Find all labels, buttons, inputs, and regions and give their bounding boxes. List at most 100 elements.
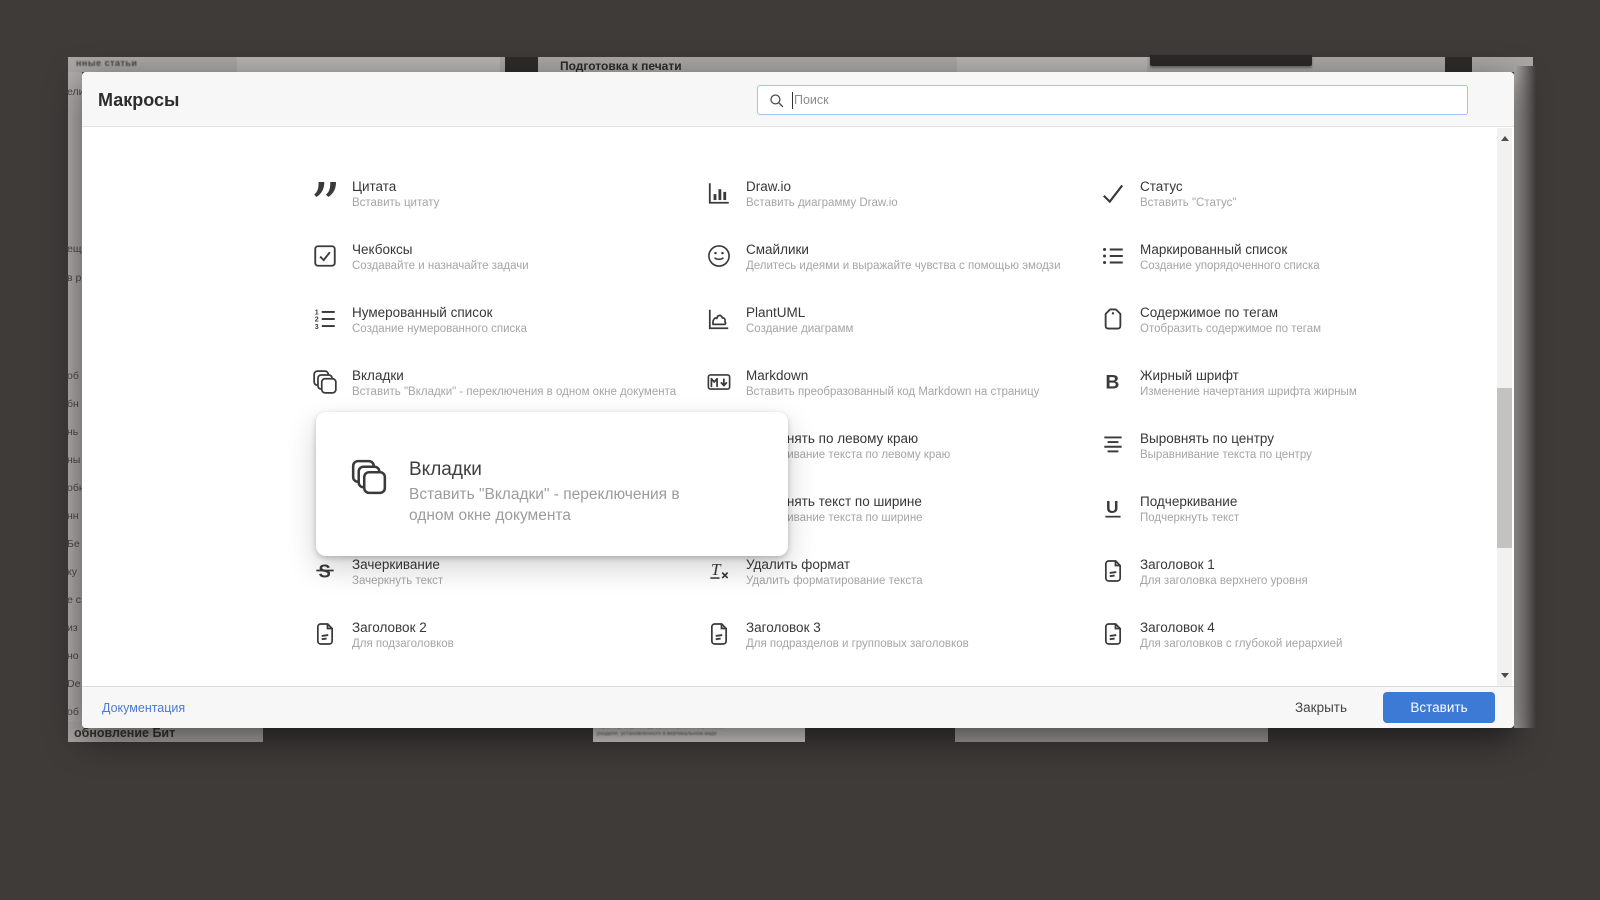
search-input[interactable] xyxy=(785,93,1467,107)
macro-item-description: Вставить "Вкладки" - переключения в одно… xyxy=(352,386,677,398)
background-micro-text: разделе, установленного в вертикальном в… xyxy=(597,731,717,737)
macro-item[interactable]: Смайлики Делитесь идеями и выражайте чувс… xyxy=(706,241,1098,301)
align-center-icon xyxy=(1100,432,1126,458)
check-icon xyxy=(1100,180,1126,206)
macro-item[interactable]: B Жирный шрифт Изменение начертания шрифта… xyxy=(1100,367,1492,427)
background-text-fragment: из xyxy=(67,622,78,634)
macro-item[interactable]: Чекбоксы Создавайте и назначайте задачи xyxy=(312,241,704,301)
macro-item-description: Выравнивание текста по центру xyxy=(1140,449,1312,461)
macro-item-description: Изменение начертания шрифта жирным xyxy=(1140,386,1357,398)
macro-item[interactable]: Заголовок 4 Для заголовков с глубокой иер… xyxy=(1100,619,1492,679)
macro-item-title: Подчеркивание xyxy=(1140,494,1238,509)
macro-item-text: Markdown Вставить преобразованный код Mar… xyxy=(746,367,1096,400)
macro-item-description: Вставить цитату xyxy=(352,197,440,209)
markdown-icon xyxy=(706,369,732,395)
macro-item-title: Нумерованный список xyxy=(352,305,493,320)
macro-item[interactable]: PlantUML Создание диаграмм xyxy=(706,304,1098,364)
svg-text:2: 2 xyxy=(315,317,319,324)
macro-item-text: Зачеркивание Зачеркнуть текст xyxy=(352,556,702,589)
macro-item-description: Для заголовка верхнего уровня xyxy=(1140,575,1308,587)
background-text-fragment: об xyxy=(67,706,79,718)
macro-item-description: Для заголовков с глубокой иерархией xyxy=(1140,638,1343,650)
macro-item-title: Цитата xyxy=(352,179,397,194)
macro-item[interactable]: S Зачеркивание Зачеркнуть текст xyxy=(312,556,704,616)
macro-item[interactable]: Заголовок 1 Для заголовка верхнего уровня xyxy=(1100,556,1492,616)
search-box[interactable] xyxy=(757,85,1468,115)
documentation-link[interactable]: Документация xyxy=(102,701,185,715)
background-text-fragment: нные статьи xyxy=(76,58,138,68)
svg-text:1: 1 xyxy=(315,310,319,317)
macro-item-description: Выравнивание текста по левому краю xyxy=(746,449,951,461)
clear-format-icon: T xyxy=(706,558,732,584)
background-text-fragment: в р xyxy=(67,272,82,284)
macro-item-description: Зачеркнуть текст xyxy=(352,575,444,587)
macro-item-title: PlantUML xyxy=(746,305,806,320)
heading-icon xyxy=(1100,621,1126,647)
scrollbar-up-arrow-icon[interactable] xyxy=(1501,136,1509,141)
macro-item[interactable]: Заголовок 2 Для подзаголовков xyxy=(312,619,704,679)
macro-item[interactable]: Заголовок 3 Для подразделов и групповых з… xyxy=(706,619,1098,679)
macro-item-description: Отобразить содержимое по тегам xyxy=(1140,323,1322,335)
macro-item-title: Выровнять текст по ширине xyxy=(746,494,922,509)
scrollbar-down-arrow-icon[interactable] xyxy=(1501,673,1509,678)
macro-item-description: Создавайте и назначайте задачи xyxy=(352,260,529,272)
background-text-fragment: об xyxy=(67,370,79,382)
macro-hover-popup[interactable]: Вкладки Вставить "Вкладки" - переключени… xyxy=(316,412,788,556)
macro-item[interactable]: T Удалить формат Удалить форматирование те… xyxy=(706,556,1098,616)
underlay-dark-bar xyxy=(1150,55,1312,66)
macro-item-title: Markdown xyxy=(746,368,809,383)
macro-item[interactable]: Статус Вставить "Статус" xyxy=(1100,178,1492,238)
macro-item[interactable]: ” Цитата Вставить цитату xyxy=(312,178,704,238)
macro-item-text: Маркированный список Создание упорядоченн… xyxy=(1140,241,1490,274)
underlay-dark-block xyxy=(1445,57,1472,72)
scrollbar-track[interactable] xyxy=(1497,128,1512,686)
macro-item-title: Жирный шрифт xyxy=(1140,368,1239,383)
macro-item-text: Нумерованный список Создание нумерованног… xyxy=(352,304,702,337)
numbered-list-icon: 123 xyxy=(312,306,338,332)
macro-item-text: Статус Вставить "Статус" xyxy=(1140,178,1490,211)
macro-item[interactable]: U Подчеркивание Подчеркнуть текст xyxy=(1100,493,1492,553)
macro-item-title: Вкладки xyxy=(352,368,404,383)
macro-item-description: Выравнивание текста по ширине xyxy=(746,512,923,524)
macro-item-title: Выровнять по левому краю xyxy=(746,431,919,446)
macro-item[interactable]: Выровнять по центру Выравнивание текста п… xyxy=(1100,430,1492,490)
macro-item-title: Заголовок 2 xyxy=(352,620,427,635)
insert-button[interactable]: Вставить xyxy=(1383,692,1495,723)
macro-item-title: Заголовок 3 xyxy=(746,620,821,635)
svg-text:”: ” xyxy=(312,180,338,206)
macro-item-text: Подчеркивание Подчеркнуть текст xyxy=(1140,493,1490,526)
smiley-icon xyxy=(706,243,732,269)
macro-item[interactable]: Маркированный список Создание упорядоченн… xyxy=(1100,241,1492,301)
svg-text:U: U xyxy=(1106,497,1119,517)
macro-item-text: Выровнять по левому краю Выравнивание тек… xyxy=(746,430,1096,463)
close-button[interactable]: Закрыть xyxy=(1289,699,1353,716)
underline-icon: U xyxy=(1100,495,1126,521)
macro-item-text: Заголовок 3 Для подразделов и групповых з… xyxy=(746,619,1096,652)
bold-icon: B xyxy=(1100,369,1126,395)
macro-item-description: Делитесь идеями и выражайте чувства с по… xyxy=(746,260,1061,272)
macro-item-text: Чекбоксы Создавайте и назначайте задачи xyxy=(352,241,702,274)
heading-icon xyxy=(312,621,338,647)
macro-item-description: Удалить форматирование текста xyxy=(746,575,923,587)
search-icon xyxy=(770,93,784,107)
macro-item-description: Создание упорядоченного списка xyxy=(1140,260,1320,272)
background-text-fragment: бн xyxy=(67,398,79,410)
macro-item-title: Заголовок 4 xyxy=(1140,620,1215,635)
background-text-fragment: ку xyxy=(67,566,77,578)
macro-item[interactable]: Содержимое по тегам Отобразить содержимое… xyxy=(1100,304,1492,364)
macro-item-description: Вставить диаграмму Draw.io xyxy=(746,197,898,209)
macro-item-text: Выровнять по центру Выравнивание текста п… xyxy=(1140,430,1490,463)
background-text-fragment: ещ xyxy=(67,243,82,255)
macro-item-description: Создание нумерованного списка xyxy=(352,323,527,335)
svg-text:T: T xyxy=(711,560,722,579)
svg-text:3: 3 xyxy=(315,324,319,331)
macro-item[interactable]: Draw.io Вставить диаграмму Draw.io xyxy=(706,178,1098,238)
dialog-footer: Документация Закрыть Вставить xyxy=(82,686,1514,728)
tabs-icon xyxy=(312,369,338,395)
popup-title: Вкладки xyxy=(409,459,482,480)
quote-icon: ” xyxy=(312,180,338,206)
macro-item-title: Выровнять по центру xyxy=(1140,431,1275,446)
macro-item[interactable]: 1 2 3 Нумерованный список Создание нумерован… xyxy=(312,304,704,364)
scrollbar-thumb[interactable] xyxy=(1497,388,1512,548)
macro-item-description: Вставить "Статус" xyxy=(1140,197,1237,209)
